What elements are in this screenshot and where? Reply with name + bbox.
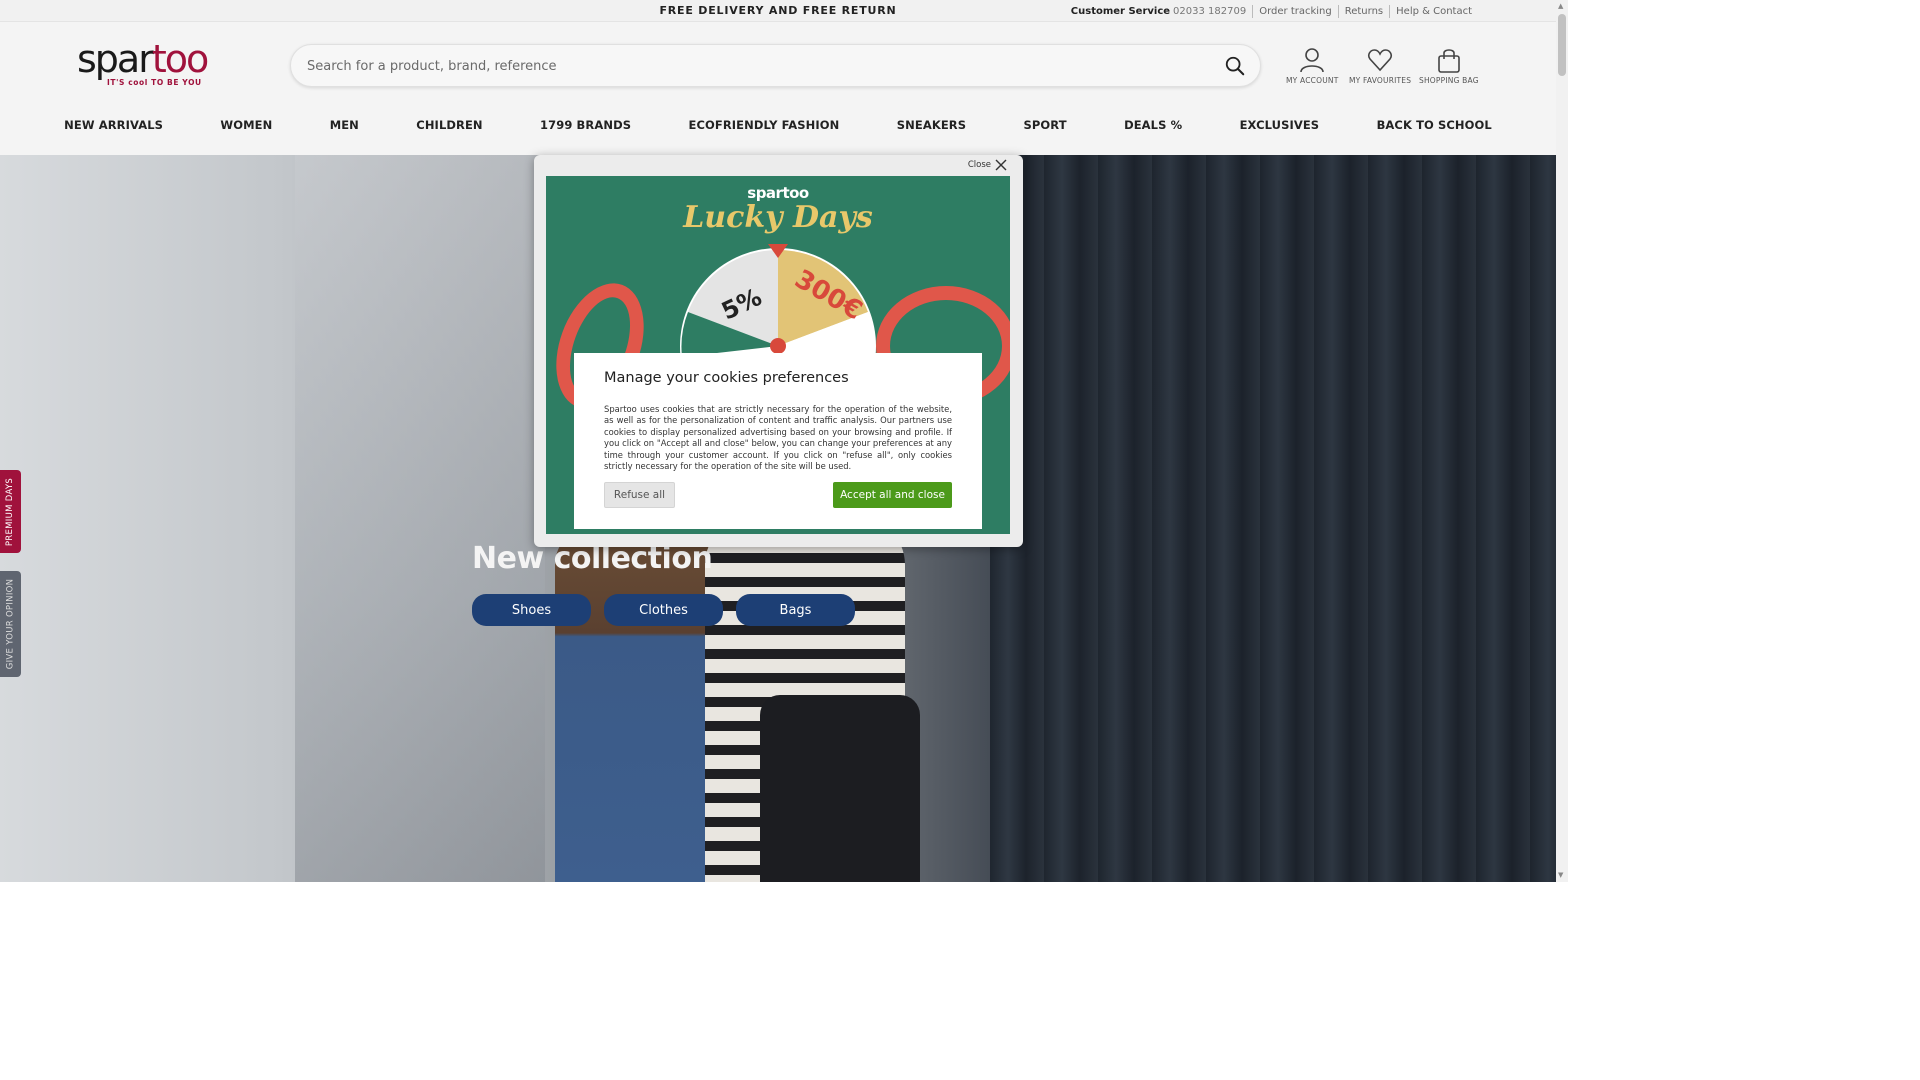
cookie-consent-dialog: Manage your cookies preferences Spartoo … [574, 353, 982, 529]
page-scrollbar[interactable]: ▲ ▼ [1556, 0, 1568, 882]
hero-background-wall [295, 155, 545, 882]
top-bar: FREE DELIVERY AND FREE RETURN Customer S… [0, 0, 1556, 22]
nav-sport[interactable]: SPORT [1024, 118, 1067, 132]
nav-children[interactable]: CHILDREN [416, 118, 482, 132]
scroll-down-icon[interactable]: ▼ [1558, 871, 1563, 879]
nav-women[interactable]: WOMEN [220, 118, 272, 132]
nav-deals[interactable]: DEALS % [1124, 118, 1182, 132]
close-label: Close [967, 160, 991, 170]
my-favourites-label: MY FAVOURITES [1349, 76, 1412, 85]
customer-service-label: Customer Service [1070, 6, 1171, 17]
heart-icon [1368, 49, 1393, 72]
divider [1337, 5, 1339, 18]
user-icon [1300, 48, 1325, 73]
nav-men[interactable]: MEN [330, 118, 359, 132]
hero-background-curtain [990, 155, 1556, 882]
premium-days-tab[interactable]: PREMIUM DAYS [0, 470, 21, 553]
nav-ecofriendly-fashion[interactable]: ECOFRIENDLY FASHION [689, 118, 840, 132]
shoes-button[interactable]: Shoes [472, 594, 591, 626]
returns-link[interactable]: Returns [1345, 6, 1383, 17]
site-header: spartoo IT'S cool TO BE YOU MY ACCOUNT M… [0, 22, 1556, 155]
logo-wordmark: spartoo [77, 37, 209, 81]
cookie-dialog-body: Spartoo uses cookies that are strictly n… [604, 404, 952, 472]
bags-button[interactable]: Bags [736, 594, 855, 626]
nav-sneakers[interactable]: SNEAKERS [897, 118, 966, 132]
nav-brands[interactable]: 1799 BRANDS [540, 118, 631, 132]
my-account-label: MY ACCOUNT [1286, 76, 1339, 85]
close-icon [995, 159, 1007, 171]
shopping-bag-button[interactable]: SHOPPING BAG [1419, 47, 1479, 85]
popup-headline: Lucky Days [683, 200, 873, 235]
customer-service-phone[interactable]: 02033 182709 [1173, 6, 1246, 17]
refuse-all-button[interactable]: Refuse all [604, 482, 675, 508]
divider [1389, 5, 1391, 18]
give-your-opinion-label: GIVE YOUR OPINION [5, 578, 16, 670]
clothes-button[interactable]: Clothes [604, 594, 723, 626]
premium-days-label: PREMIUM DAYS [5, 477, 16, 546]
shopping-bag-label: SHOPPING BAG [1419, 76, 1479, 85]
search-icon[interactable] [1224, 55, 1246, 77]
search-bar [290, 44, 1261, 87]
top-links: Customer Service 02033 182709 Order trac… [1071, 5, 1472, 18]
scrollbar-thumb[interactable] [1558, 14, 1566, 76]
accept-all-button[interactable]: Accept all and close [833, 482, 952, 508]
scroll-up-icon[interactable]: ▲ [1558, 2, 1563, 10]
spartoo-logo[interactable]: spartoo IT'S cool TO BE YOU [77, 40, 227, 90]
main-nav: NEW ARRIVALS WOMEN MEN CHILDREN 1799 BRA… [0, 118, 1556, 132]
logo-tagline: IT'S cool TO BE YOU [107, 78, 202, 87]
hero-model-skirt [760, 695, 920, 882]
nav-new-arrivals[interactable]: NEW ARRIVALS [64, 118, 163, 132]
my-account-button[interactable]: MY ACCOUNT [1286, 47, 1339, 85]
divider [1252, 5, 1254, 18]
nav-exclusives[interactable]: EXCLUSIVES [1240, 118, 1320, 132]
help-contact-link[interactable]: Help & Contact [1396, 6, 1472, 17]
nav-back-to-school[interactable]: BACK TO SCHOOL [1377, 118, 1492, 132]
shopping-bag-icon [1438, 49, 1460, 73]
order-tracking-link[interactable]: Order tracking [1259, 6, 1332, 17]
hero-buttons: Shoes Clothes Bags [472, 594, 855, 626]
cookie-dialog-title: Manage your cookies preferences [604, 370, 849, 386]
my-favourites-button[interactable]: MY FAVOURITES [1349, 47, 1411, 85]
give-your-opinion-tab[interactable]: GIVE YOUR OPINION [0, 571, 21, 677]
popup-close-button[interactable]: Close [968, 159, 1007, 171]
search-input[interactable] [307, 55, 1207, 77]
